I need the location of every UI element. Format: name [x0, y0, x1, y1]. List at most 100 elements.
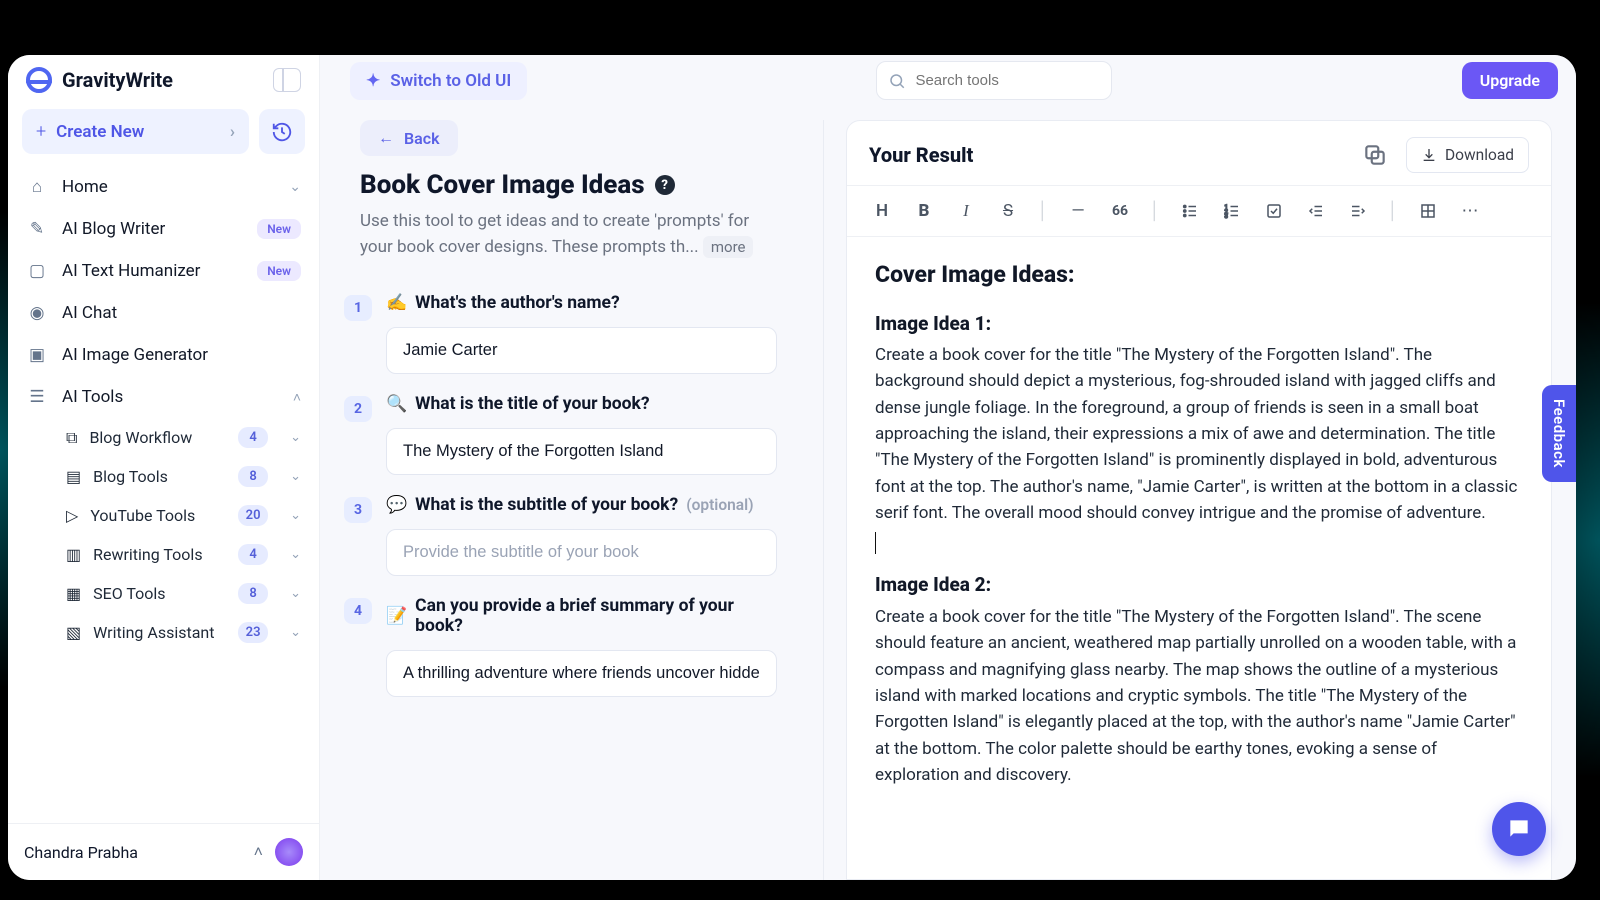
news-icon: ▤: [66, 467, 81, 486]
quote-button[interactable]: 66: [1101, 194, 1139, 228]
title-input[interactable]: [386, 428, 777, 475]
create-new-button[interactable]: + Create New ›: [22, 109, 249, 154]
assistant-icon: ▧: [66, 623, 81, 642]
sub-blog-workflow[interactable]: ⧉Blog Workflow4⌄: [42, 418, 319, 457]
table-button[interactable]: [1409, 194, 1447, 228]
back-button[interactable]: ← Back: [360, 120, 458, 156]
chevron-down-icon: ⌄: [290, 430, 301, 445]
nav-image-generator[interactable]: ▣ AI Image Generator: [8, 334, 319, 376]
arrow-left-icon: ←: [378, 128, 394, 148]
more-button[interactable]: ⋯: [1451, 194, 1489, 228]
chat-fab[interactable]: [1492, 802, 1546, 856]
separator: │: [1031, 194, 1055, 228]
hr-button[interactable]: —: [1059, 194, 1097, 228]
nav-home[interactable]: ⌂ Home ⌄: [8, 166, 319, 208]
checklist-button[interactable]: [1255, 194, 1293, 228]
search-input[interactable]: [876, 61, 1112, 100]
ordered-list-button[interactable]: 123: [1213, 194, 1251, 228]
history-button[interactable]: [259, 109, 305, 154]
field-title: 2 🔍What is the title of your book?: [344, 394, 777, 475]
chevron-up-icon: ˄: [254, 842, 263, 862]
chevron-down-icon: ⌄: [290, 547, 301, 562]
sub-blog-tools[interactable]: ▤Blog Tools8⌄: [42, 457, 319, 496]
home-icon: ⌂: [26, 177, 48, 197]
form-pane: ← Back Book Cover Image Ideas ? Use this…: [334, 120, 824, 880]
play-icon: ▷: [66, 506, 78, 525]
sub-seo-tools[interactable]: ▦SEO Tools8⌄: [42, 574, 319, 613]
logo-icon: [26, 67, 52, 93]
nav-humanizer[interactable]: ▢ AI Text Humanizer New: [8, 250, 319, 292]
result-body[interactable]: Cover Image Ideas: Image Idea 1: Create …: [847, 237, 1551, 879]
nav-ai-tools[interactable]: ☰ AI Tools ˄: [8, 376, 319, 418]
author-icon: ✍️: [386, 293, 407, 313]
ai-tools-subnav: ⧉Blog Workflow4⌄ ▤Blog Tools8⌄ ▷YouTube …: [8, 418, 319, 652]
idea2-title: Image Idea 2:: [875, 570, 1523, 599]
upgrade-button[interactable]: Upgrade: [1462, 62, 1558, 99]
count-badge: 8: [238, 466, 268, 487]
step-number: 2: [344, 396, 372, 422]
switch-ui-button[interactable]: ✦ Switch to Old UI: [350, 62, 527, 100]
download-button[interactable]: Download: [1406, 137, 1529, 173]
sparkle-icon: ✦: [366, 71, 380, 91]
chevron-down-icon: ⌄: [289, 179, 301, 195]
step-number: 3: [344, 497, 372, 523]
seo-icon: ▦: [66, 584, 81, 603]
logo-row: GravityWrite: [8, 55, 319, 103]
feedback-tab[interactable]: Feedback: [1542, 385, 1576, 482]
field-summary: 4 📝Can you provide a brief summary of yo…: [344, 596, 777, 697]
subtitle-icon: 💬: [386, 495, 407, 515]
italic-button[interactable]: I: [947, 194, 985, 228]
summary-input[interactable]: [386, 650, 777, 697]
nav-blog-writer[interactable]: ✎ AI Blog Writer New: [8, 208, 319, 250]
more-button[interactable]: more: [703, 236, 754, 258]
rewrite-icon: ▥: [66, 545, 81, 564]
tool-description: Use this tool to get ideas and to create…: [360, 208, 777, 261]
nav-ai-chat[interactable]: ◉ AI Chat: [8, 292, 319, 334]
count-badge: 4: [238, 427, 268, 448]
heading-button[interactable]: H: [863, 194, 901, 228]
sub-rewriting-tools[interactable]: ▥Rewriting Tools4⌄: [42, 535, 319, 574]
step-number: 4: [344, 598, 372, 624]
help-icon[interactable]: ?: [655, 175, 675, 195]
author-input[interactable]: [386, 327, 777, 374]
image-icon: ▣: [26, 345, 48, 365]
svg-text:3: 3: [1225, 213, 1228, 220]
sub-writing-assistant[interactable]: ▧Writing Assistant23⌄: [42, 613, 319, 652]
new-badge: New: [257, 219, 301, 239]
result-heading: Cover Image Ideas:: [875, 257, 1523, 293]
tool-title: Book Cover Image Ideas ?: [360, 170, 777, 200]
count-badge: 23: [238, 622, 268, 643]
count-badge: 8: [238, 583, 268, 604]
sidebar-toggle-icon[interactable]: [273, 68, 301, 92]
count-badge: 4: [238, 544, 268, 565]
new-badge: New: [257, 261, 301, 281]
indent-button[interactable]: [1339, 194, 1377, 228]
idea2-body: Create a book cover for the title "The M…: [875, 604, 1523, 788]
subtitle-input[interactable]: [386, 529, 777, 576]
outdent-button[interactable]: [1297, 194, 1335, 228]
bullet-list-button[interactable]: [1171, 194, 1209, 228]
copy-button[interactable]: [1362, 142, 1388, 168]
count-badge: 20: [238, 505, 268, 526]
title-icon: 🔍: [386, 394, 407, 414]
chat-bubble-icon: [1506, 816, 1532, 842]
result-pane: Your Result Download H B I: [846, 120, 1552, 880]
plus-icon: +: [36, 121, 46, 142]
search-wrap: [876, 61, 1112, 100]
brand-name: GravityWrite: [62, 68, 173, 92]
sub-youtube-tools[interactable]: ▷YouTube Tools20⌄: [42, 496, 319, 535]
sidebar: GravityWrite + Create New › ⌂ Home ⌄ ✎ A…: [8, 55, 320, 880]
separator: │: [1143, 194, 1167, 228]
chevron-right-icon: ›: [230, 122, 235, 142]
user-footer[interactable]: Chandra Prabha ˄: [8, 823, 319, 880]
idea1-title: Image Idea 1:: [875, 309, 1523, 338]
idea1-body: Create a book cover for the title "The M…: [875, 342, 1523, 526]
chat-icon: ◉: [26, 303, 48, 323]
workflow-icon: ⧉: [66, 428, 77, 448]
bold-button[interactable]: B: [905, 194, 943, 228]
separator: │: [1381, 194, 1405, 228]
strike-button[interactable]: S: [989, 194, 1027, 228]
pencil-icon: ✎: [26, 219, 48, 239]
create-label: Create New: [56, 122, 144, 142]
field-subtitle: 3 💬What is the subtitle of your book? (o…: [344, 495, 777, 576]
